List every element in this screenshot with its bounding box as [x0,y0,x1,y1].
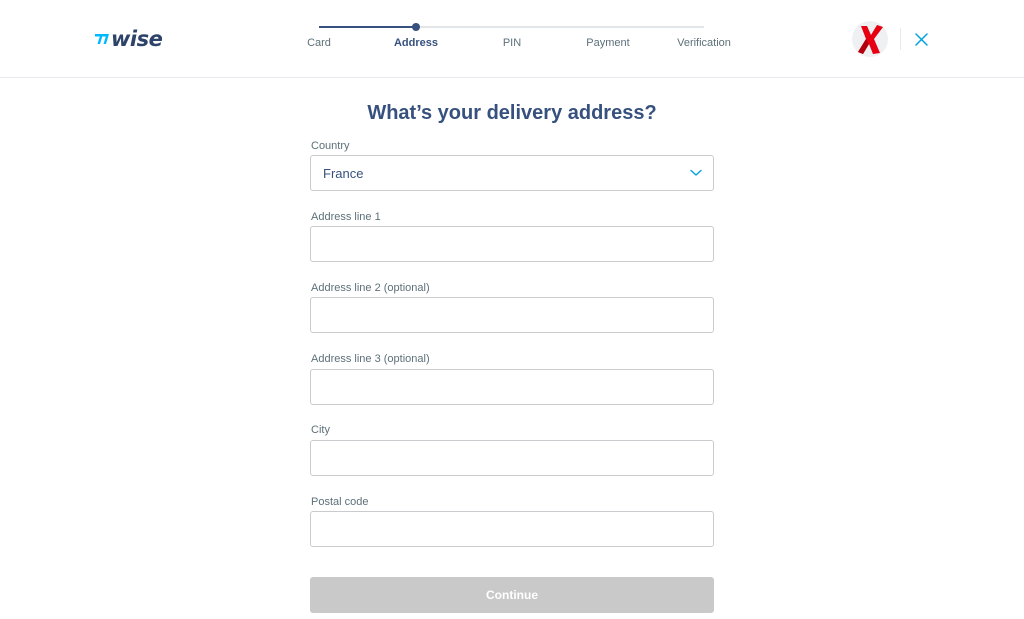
wise-wordmark: wise [111,27,163,51]
address-line-1-label: Address line 1 [311,211,381,223]
red-x-avatar-icon [858,25,883,54]
address-line-1-input[interactable] [310,226,714,262]
step-card: Card [307,37,331,49]
address-line-3-input[interactable] [310,369,714,405]
profile-avatar[interactable] [852,21,888,57]
wise-flag-icon [94,31,110,47]
address-line-2-label: Address line 2 (optional) [311,282,430,294]
close-icon [914,32,928,46]
postal-code-input[interactable] [310,511,714,547]
city-label: City [311,424,330,436]
city-input[interactable] [310,440,714,476]
stepper-track [319,26,704,28]
continue-button[interactable]: Continue [310,577,714,613]
stepper-current-dot [412,23,420,31]
close-button[interactable] [910,28,932,50]
address-line-2-input[interactable] [310,297,714,333]
wise-logo[interactable]: wise [94,27,163,51]
step-payment: Payment [586,37,630,49]
top-bar: wise Card Address PIN Payment Verificati… [0,0,1024,78]
country-select-value: France [323,166,364,181]
country-select[interactable]: France [310,155,714,191]
address-line-3-label: Address line 3 (optional) [311,353,430,365]
header-divider [900,28,901,50]
postal-code-label: Postal code [311,496,369,508]
step-address: Address [393,37,439,49]
chevron-down-icon [690,169,702,176]
step-pin: PIN [502,37,522,49]
country-label: Country [311,140,350,152]
step-verification: Verification [677,37,731,49]
stepper-progress-fill [319,26,416,28]
page-title: What’s your delivery address? [367,102,657,124]
progress-stepper: Card Address PIN Payment Verification [290,0,750,78]
